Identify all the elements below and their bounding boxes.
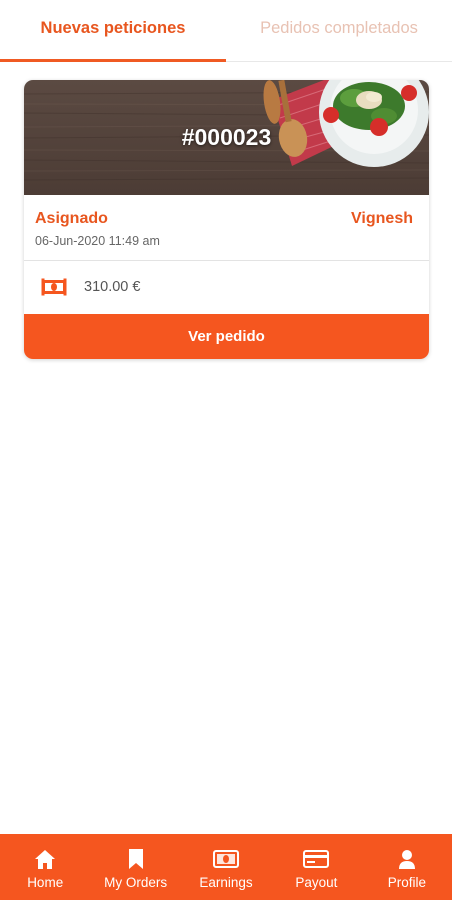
order-card: #000023 Asignado Vignesh 06-Jun-2020 11:… [24, 80, 429, 359]
customer-name: Vignesh [351, 210, 413, 227]
nav-profile[interactable]: Profile [362, 834, 452, 900]
nav-my-orders[interactable]: My Orders [90, 834, 180, 900]
nav-profile-label: Profile [387, 875, 426, 890]
nav-home-label: Home [27, 875, 64, 890]
tab-bar: Nuevas peticiones Pedidos completados [0, 0, 452, 62]
user-icon [398, 847, 416, 871]
nav-home[interactable]: Home [0, 834, 90, 900]
credit-card-icon [303, 847, 330, 871]
cash-icon [213, 847, 240, 871]
tab-new-requests[interactable]: Nuevas peticiones [0, 0, 226, 62]
home-icon [34, 847, 56, 871]
nav-payout[interactable]: Payout [271, 834, 361, 900]
order-number: #000023 [181, 124, 272, 150]
order-banner-image: #000023 [24, 80, 429, 195]
nav-my-orders-label: My Orders [104, 875, 168, 890]
cash-icon [41, 278, 67, 301]
order-amount: 310.00 € [84, 279, 141, 295]
nav-earnings[interactable]: Earnings [181, 834, 271, 900]
bottom-navigation: Home My Orders Earnings Payout Profile [0, 834, 452, 900]
nav-earnings-label: Earnings [199, 875, 253, 890]
order-datetime: 06-Jun-2020 11:49 am [35, 234, 160, 248]
view-order-button[interactable]: Ver pedido [24, 314, 429, 359]
nav-payout-label: Payout [295, 875, 338, 890]
order-amount-row: 310.00 € [24, 261, 429, 315]
order-info: Asignado Vignesh 06-Jun-2020 11:49 am [24, 195, 429, 261]
order-status: Asignado [35, 210, 108, 227]
bookmark-icon [128, 847, 144, 871]
tab-completed-orders[interactable]: Pedidos completados [226, 0, 452, 61]
